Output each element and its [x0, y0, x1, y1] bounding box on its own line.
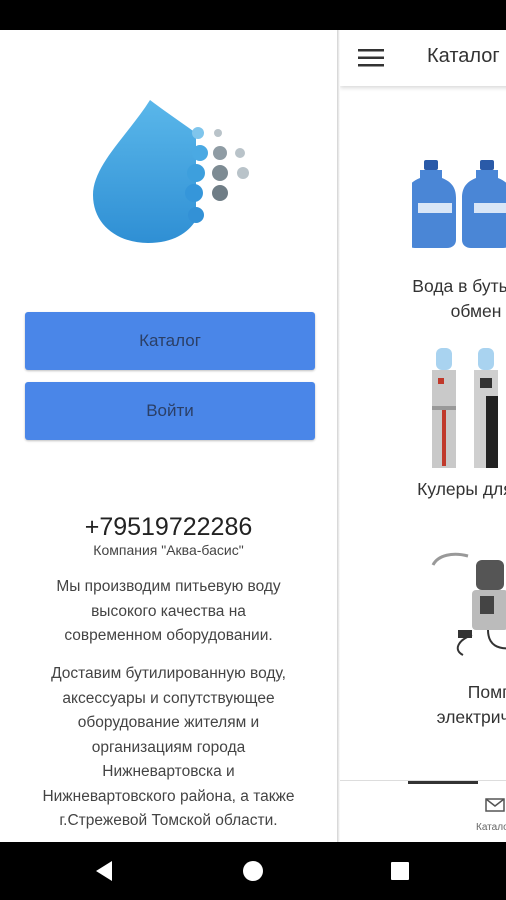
home-button[interactable]	[223, 842, 283, 900]
category-label: Вода в бутылях обмен	[366, 274, 506, 324]
text-line: г.Стрежевой Томской области.	[59, 812, 278, 829]
label-line: электрические	[436, 707, 506, 727]
text-line: Нижневартовска и	[102, 763, 235, 780]
bottom-navigation: Каталог	[340, 780, 506, 842]
label-line: Помпы	[467, 682, 506, 702]
bottom-nav-label: Каталог	[476, 822, 506, 833]
recents-icon	[391, 862, 409, 880]
phone-number[interactable]: +79519722286	[0, 513, 337, 542]
text-line: высокого качества на	[91, 602, 246, 620]
system-navigation-bar	[0, 842, 506, 900]
page-title: Каталог	[427, 45, 500, 67]
category-label: Помпы электрические	[386, 680, 506, 730]
label-line: Вода в бутылях	[412, 276, 506, 296]
text-line: Мы производим питьевую воду	[56, 578, 281, 595]
about-paragraph: Мы производим питьевую воду высокого кач…	[20, 575, 317, 649]
catalog-icon	[485, 798, 505, 812]
text-line: Доставим бутилированную воду,	[51, 665, 286, 682]
text-line: аксессуары и сопутствующее	[62, 689, 275, 707]
catalog-screen: Каталог Вода в бутылях обмен	[340, 30, 506, 842]
delivery-paragraph: Доставим бутилированную воду, аксессуары…	[20, 662, 317, 834]
catalog-button[interactable]: Каталог	[25, 312, 315, 370]
text-line: организациям города	[91, 738, 246, 756]
bottom-nav-catalog[interactable]: Каталог	[408, 781, 506, 842]
label-line: обмен	[450, 301, 502, 321]
category-label: Кулеры для воды	[378, 477, 506, 502]
login-button[interactable]: Войти	[25, 382, 315, 440]
home-icon	[243, 861, 263, 881]
navigation-drawer: Каталог Войти +79519722286 Компания "Акв…	[0, 30, 337, 842]
label-line: Кулеры для воды	[417, 479, 506, 499]
aqua-basis-logo	[93, 100, 249, 243]
text-line: современном оборудовании.	[64, 627, 273, 644]
back-icon	[96, 861, 112, 881]
text-line: оборудование жителям и	[77, 714, 260, 731]
status-bar	[0, 0, 506, 30]
back-button[interactable]	[74, 842, 134, 900]
text-line: Нижневартовского района, а также	[42, 787, 295, 805]
electric-pump-image	[431, 552, 506, 656]
company-name: Компания "Аква-басис"	[93, 542, 244, 558]
hamburger-menu-icon[interactable]	[358, 49, 384, 67]
water-coolers-image	[432, 348, 498, 468]
recents-button[interactable]	[370, 842, 430, 900]
water-bottles-image	[412, 160, 506, 248]
app-toolbar: Каталог	[340, 30, 506, 86]
